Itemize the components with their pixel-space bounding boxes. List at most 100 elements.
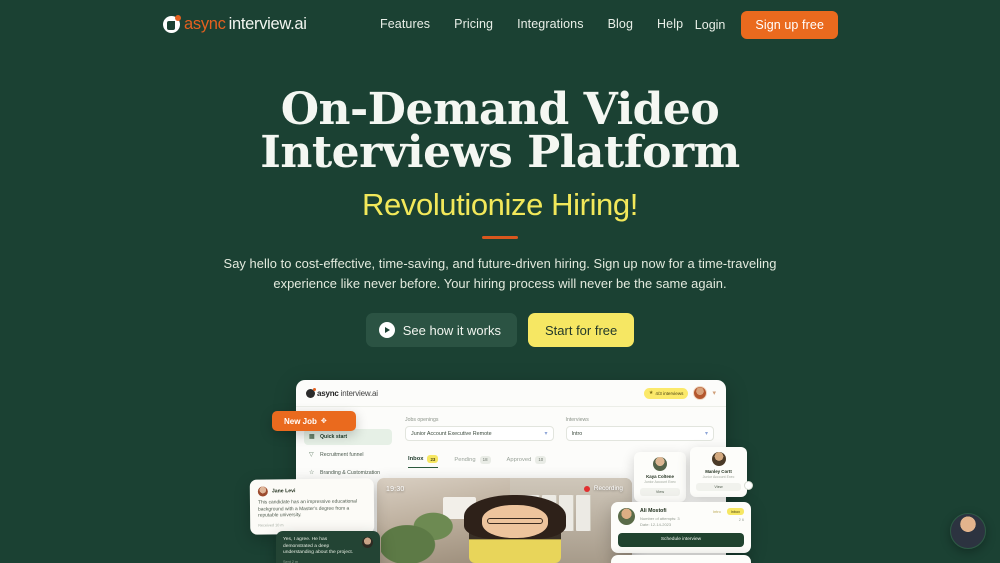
logo-mark-icon xyxy=(163,15,181,33)
video-bg-plant xyxy=(381,501,468,563)
candidate-mini-avatar xyxy=(711,452,726,466)
star-icon: ★ xyxy=(648,390,654,396)
see-how-it-works-label: See how it works xyxy=(402,322,501,338)
landing-page: async interview.ai Features Pricing Inte… xyxy=(0,0,1000,563)
chat-avatar xyxy=(257,486,268,497)
candidate-name: Ali Mostofi xyxy=(640,508,667,514)
mockup-user-avatar[interactable] xyxy=(693,386,708,400)
chat-reply-avatar xyxy=(362,537,373,548)
grid-icon: ▦ xyxy=(309,434,315,440)
mockup-logo: async interview.ai xyxy=(306,387,378,398)
chat-message: This candidate has an impressive educati… xyxy=(257,499,357,519)
interviews-credit-label: 4/3 interviews xyxy=(655,390,684,396)
candidate-mini-role: Junior Account Exec xyxy=(644,480,676,484)
nav-item-pricing[interactable]: Pricing xyxy=(454,17,493,31)
recording-label: Recording xyxy=(593,485,623,492)
candidate-mini-avatar xyxy=(653,457,667,471)
candidate-tags-col: Intro Inbox 2 6 xyxy=(710,508,744,522)
mockup-logo-text-a: async xyxy=(317,388,339,398)
product-mockup: async interview.ai ★ 4/3 interviews ▾ ▦ xyxy=(0,373,1000,563)
jobs-openings-label: Jobs openings xyxy=(405,417,439,423)
hero-section: On-Demand Video Interviews Platform Revo… xyxy=(0,88,1000,347)
candidate-info: Ali Mostofi Number of attempts: 3 Date: … xyxy=(640,508,705,527)
nav-item-integrations[interactable]: Integrations xyxy=(517,17,584,31)
mockup-topbar-actions: ★ 4/3 interviews ▾ xyxy=(643,386,716,400)
candidate-mini-view-button[interactable]: View xyxy=(696,483,741,491)
hero-headline: On-Demand Video Interviews Platform xyxy=(260,84,740,178)
sidebar-label-quick-start: Quick start xyxy=(320,434,348,440)
chat-reply-message: Yes, I agree. He has demonstrated a deep… xyxy=(283,537,354,556)
feedback-chat-card: Jane Levi This candidate has an impressi… xyxy=(249,478,375,535)
interviews-field: Interviews Intro ▾ xyxy=(565,417,714,441)
candidate-detail-card: Ali Mostofi Number of attempts: 3 Date: … xyxy=(611,502,751,553)
candidate-date: Date: 12-14-2023 xyxy=(640,522,672,527)
nav-item-features[interactable]: Features xyxy=(380,17,430,31)
interviews-select[interactable]: Intro ▾ xyxy=(565,426,714,441)
chat-header: Jane Levi xyxy=(257,485,366,497)
candidate-attempts: Number of attempts: 3 xyxy=(640,515,680,521)
nav-item-blog[interactable]: Blog xyxy=(608,17,633,31)
chevron-down-icon: ▾ xyxy=(544,431,548,437)
nav-actions: Login Sign up free xyxy=(695,11,838,39)
tab-pending[interactable]: Pending 18 xyxy=(454,455,491,468)
support-chat-widget-avatar[interactable] xyxy=(950,513,986,549)
star-outline-icon: ☆ xyxy=(309,470,315,476)
hero-subheadline: Revolutionize Hiring! xyxy=(362,187,638,222)
sidebar-label-branding: Branding & Customization xyxy=(320,470,380,476)
interview-video-panel[interactable]: 19:30 Recording xyxy=(377,478,632,563)
hero-cta-row: See how it works Start for free xyxy=(0,313,1000,347)
brand-logo[interactable]: async interview.ai xyxy=(163,15,307,34)
tab-approved[interactable]: Approved 10 xyxy=(507,455,547,468)
tab-approved-count: 10 xyxy=(535,455,547,464)
video-candidate-glasses xyxy=(486,517,543,524)
candidate-mini-card[interactable]: Kaya Coltene Junior Account Exec View xyxy=(634,452,686,502)
play-icon xyxy=(378,322,395,338)
candidate-row: Ali Mostofi Number of attempts: 3 Date: … xyxy=(618,508,744,527)
candidate-stage-tag: Intro xyxy=(713,509,721,514)
schedule-interview-button[interactable]: Schedule interview xyxy=(618,532,744,547)
candidate-detail-card-secondary xyxy=(611,555,751,563)
logo-text-rest: interview.ai xyxy=(228,15,307,33)
feedback-reply-bubble: Yes, I agree. He has demonstrated a deep… xyxy=(276,531,380,563)
circle-outline-icon xyxy=(744,481,753,490)
tab-pending-label: Pending xyxy=(454,456,476,463)
chat-author: Jane Levi xyxy=(271,488,296,495)
plus-icon: ✥ xyxy=(320,418,327,425)
candidate-mini-card[interactable]: Manley Cortt Junior Account Exec View xyxy=(690,447,753,497)
nav-links: Features Pricing Integrations Blog Help xyxy=(380,17,683,31)
sidebar-item-quick-start[interactable]: ▦ Quick start xyxy=(304,429,392,445)
tab-inbox[interactable]: Inbox 23 xyxy=(408,455,439,468)
sidebar-item-recruitment-funnel[interactable]: ▽ Recruitment funnel xyxy=(304,447,392,463)
tab-inbox-count: 23 xyxy=(427,455,439,463)
tab-approved-label: Approved xyxy=(506,456,532,463)
chevron-down-icon: ▾ xyxy=(704,431,708,437)
mockup-logo-text-b: interview.ai xyxy=(340,388,378,398)
candidate-tags: Intro Inbox xyxy=(710,508,744,515)
interviews-value: Intro xyxy=(571,430,583,437)
candidate-engagement-icons: 2 6 xyxy=(738,518,744,522)
interviews-credit-badge[interactable]: ★ 4/3 interviews xyxy=(643,387,689,399)
start-for-free-button[interactable]: Start for free xyxy=(528,313,635,347)
new-job-label: New Job xyxy=(284,416,317,426)
candidate-avatar xyxy=(618,508,635,525)
mockup-logo-mark-icon xyxy=(306,387,316,398)
logo-text-async: async xyxy=(184,15,226,33)
candidate-mini-name: Kaya Coltene xyxy=(646,474,674,479)
chevron-down-icon[interactable]: ▾ xyxy=(712,389,716,397)
nav-item-help[interactable]: Help xyxy=(657,17,683,31)
record-dot-icon xyxy=(583,485,590,492)
signup-button[interactable]: Sign up free xyxy=(741,11,838,39)
hero-divider xyxy=(482,236,518,239)
candidate-mini-role: Junior Account Exec xyxy=(702,475,735,479)
candidate-mini-view-button[interactable]: View xyxy=(640,488,680,496)
see-how-it-works-button[interactable]: See how it works xyxy=(365,313,517,347)
login-link[interactable]: Login xyxy=(695,18,726,32)
interviews-label: Interviews xyxy=(565,417,589,423)
mockup-filter-row: Jobs openings Junior Account Executive R… xyxy=(405,417,714,441)
candidate-mini-name: Manley Cortt xyxy=(705,469,732,474)
new-job-button[interactable]: New Job ✥ xyxy=(272,411,356,431)
jobs-openings-select[interactable]: Junior Account Executive Remote ▾ xyxy=(405,426,554,441)
mockup-topbar: async interview.ai ★ 4/3 interviews ▾ xyxy=(296,380,726,407)
sidebar-label-recruitment-funnel: Recruitment funnel xyxy=(320,452,364,458)
video-timer: 19:30 xyxy=(386,486,405,493)
